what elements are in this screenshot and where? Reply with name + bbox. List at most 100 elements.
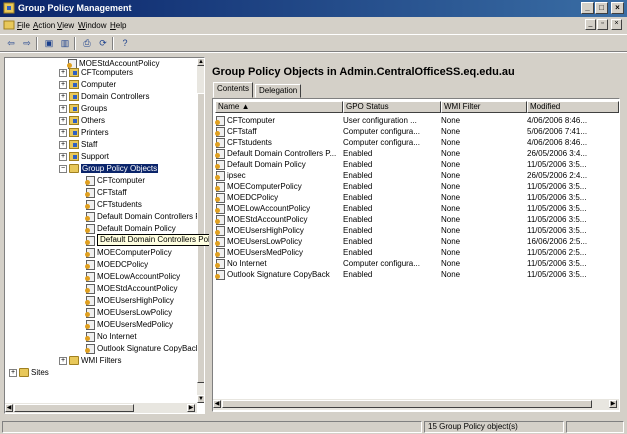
- table-row[interactable]: Default Domain Policy Enabled None 11/05/20…: [215, 159, 619, 170]
- cell-gpo-status: Enabled: [343, 149, 373, 158]
- scroll-up-icon[interactable]: ▲: [197, 58, 204, 66]
- mdi-minimize-button[interactable]: _: [585, 19, 596, 30]
- menu-view[interactable]: View: [57, 21, 74, 30]
- back-icon[interactable]: ⇦: [4, 37, 18, 50]
- tab-delegation[interactable]: Delegation: [255, 84, 302, 98]
- tree-item[interactable]: MOEUsersHighPolicy: [85, 295, 174, 307]
- expand-icon[interactable]: +: [59, 68, 67, 77]
- tree-item[interactable]: + Printers: [59, 127, 109, 138]
- column-header-modified[interactable]: Modified: [527, 101, 619, 113]
- table-row[interactable]: CFTstaff Computer configura... None 5/06/20…: [215, 126, 619, 137]
- scroll-thumb[interactable]: [14, 404, 134, 412]
- cell-modified: 11/05/2006 3:5...: [527, 193, 587, 202]
- tree-item-label: Printers: [81, 128, 109, 137]
- tree-item[interactable]: MOELowAccountPolicy: [85, 271, 180, 283]
- expand-icon[interactable]: +: [59, 140, 67, 149]
- tree-item-label: Default Domain Policy: [97, 224, 176, 233]
- status-count: 15 Group Policy object(s): [424, 421, 564, 433]
- tree-item-label: MOEDCPolicy: [97, 260, 149, 269]
- expand-icon[interactable]: +: [9, 368, 17, 377]
- close-button[interactable]: ×: [611, 2, 624, 14]
- mdi-restore-button[interactable]: ▫: [597, 19, 608, 30]
- table-row[interactable]: No Internet Computer configura... None 11/0…: [215, 258, 619, 269]
- tree-item[interactable]: − Group Policy Objects: [59, 163, 159, 174]
- tree-item[interactable]: MOEUsersMedPolicy: [85, 319, 173, 331]
- scroll-left-icon[interactable]: ◀: [5, 404, 13, 412]
- tree-item[interactable]: + Groups: [59, 103, 107, 114]
- column-header-wmi-filter[interactable]: WMI Filter: [441, 101, 527, 113]
- minimize-button[interactable]: _: [581, 2, 594, 14]
- expand-icon[interactable]: +: [59, 356, 67, 365]
- show-hide-tree-icon[interactable]: ▥: [58, 37, 72, 50]
- tree-item[interactable]: + Support: [59, 151, 109, 162]
- table-row[interactable]: MOEComputerPolicy Enabled None 11/05/2006 3…: [215, 181, 619, 192]
- tree-item[interactable]: + WMI Filters: [59, 355, 121, 366]
- tree-item[interactable]: + Domain Controllers: [59, 91, 149, 102]
- list-horizontal-scrollbar[interactable]: ◀ ▶: [213, 399, 619, 410]
- console-icon[interactable]: [3, 19, 15, 31]
- tree-item[interactable]: Default Domain Controllers Policy: [85, 211, 204, 223]
- tree-item[interactable]: + Others: [59, 115, 105, 126]
- ou-icon: [69, 104, 79, 114]
- table-row[interactable]: MOEUsersHighPolicy Enabled None 11/05/2006 …: [215, 225, 619, 236]
- expand-icon[interactable]: +: [59, 116, 67, 125]
- tree-item[interactable]: No Internet: [85, 331, 137, 343]
- table-row[interactable]: ipsec Enabled None 26/05/2006 2:4...: [215, 170, 619, 181]
- tree-vertical-scrollbar[interactable]: ▲ ▼: [197, 58, 204, 403]
- table-row[interactable]: MOEUsersLowPolicy Enabled None 16/06/2006 2…: [215, 236, 619, 247]
- tab-contents[interactable]: Contents: [213, 82, 254, 98]
- menu-help[interactable]: Help: [110, 21, 126, 30]
- help-icon[interactable]: ?: [118, 37, 132, 50]
- scroll-thumb[interactable]: [222, 400, 592, 408]
- details-pane: Group Policy Objects in Admin.CentralOff…: [209, 57, 623, 414]
- tree-item[interactable]: + Staff: [59, 139, 97, 150]
- tree-item[interactable]: MOEUsersLowPolicy: [85, 307, 172, 319]
- tree-item[interactable]: + CFTcomputers: [59, 67, 133, 78]
- cell-wmi-filter: None: [441, 182, 461, 191]
- forward-icon[interactable]: ⇨: [20, 37, 34, 50]
- expand-icon[interactable]: +: [59, 152, 67, 161]
- menu-file[interactable]: File: [17, 21, 30, 30]
- table-row[interactable]: MOEStdAccountPolicy Enabled None 11/05/2006…: [215, 214, 619, 225]
- tree-item[interactable]: CFTstaff: [85, 187, 127, 199]
- table-row[interactable]: MOEUsersMedPolicy Enabled None 11/05/2006 2…: [215, 247, 619, 258]
- refresh-icon[interactable]: ⟳: [96, 37, 110, 50]
- table-row[interactable]: CFTstudents Computer configura... None 4/06…: [215, 137, 619, 148]
- tree-item[interactable]: Default Domain Policy: [85, 223, 176, 235]
- cell-gpo-status: Enabled: [343, 226, 373, 235]
- column-header-name[interactable]: Name ▲: [215, 101, 343, 113]
- scroll-down-icon[interactable]: ▼: [197, 395, 204, 403]
- column-header-gpo-status[interactable]: GPO Status: [343, 101, 441, 113]
- collapse-icon[interactable]: −: [59, 164, 67, 173]
- table-row[interactable]: MOEDCPolicy Enabled None 11/05/2006 3:5...: [215, 192, 619, 203]
- tree-item[interactable]: CFTcomputer: [85, 175, 145, 187]
- scroll-left-icon[interactable]: ◀: [213, 400, 221, 408]
- table-row[interactable]: Outlook Signature CopyBack Enabled None 11/…: [215, 269, 619, 280]
- scroll-right-icon[interactable]: ▶: [187, 404, 195, 412]
- cell-wmi-filter: None: [441, 204, 461, 213]
- table-row[interactable]: CFTcomputer User configuration ... None 4/0…: [215, 115, 619, 126]
- menu-window[interactable]: Window: [78, 21, 106, 30]
- cell-modified: 11/05/2006 3:5...: [527, 215, 587, 224]
- up-folder-icon[interactable]: ▣: [42, 37, 56, 50]
- table-row[interactable]: Default Domain Controllers P... Enabled No…: [215, 148, 619, 159]
- tree-item[interactable]: Outlook Signature CopyBack: [85, 343, 200, 355]
- tree-horizontal-scrollbar[interactable]: ◀ ▶: [5, 403, 197, 413]
- expand-icon[interactable]: +: [59, 128, 67, 137]
- maximize-button[interactable]: □: [595, 2, 608, 14]
- expand-icon[interactable]: +: [59, 92, 67, 101]
- table-row[interactable]: MOELowAccountPolicy Enabled None 11/05/2006…: [215, 203, 619, 214]
- tree-item[interactable]: + Computer: [59, 79, 116, 90]
- print-icon[interactable]: ⎙: [80, 37, 94, 50]
- tree-item[interactable]: CFTstudents: [85, 199, 142, 211]
- mdi-close-button[interactable]: ×: [611, 19, 622, 30]
- expand-icon[interactable]: +: [59, 104, 67, 113]
- menu-action[interactable]: Action: [33, 21, 55, 30]
- tree-item[interactable]: MOEComputerPolicy: [85, 247, 172, 259]
- scroll-right-icon[interactable]: ▶: [609, 400, 617, 408]
- cell-wmi-filter: None: [441, 237, 461, 246]
- tree-item[interactable]: + Sites: [9, 367, 49, 378]
- tree-item[interactable]: MOEDCPolicy: [85, 259, 149, 271]
- expand-icon[interactable]: +: [59, 80, 67, 89]
- tree-item[interactable]: MOEStdAccountPolicy: [85, 283, 177, 295]
